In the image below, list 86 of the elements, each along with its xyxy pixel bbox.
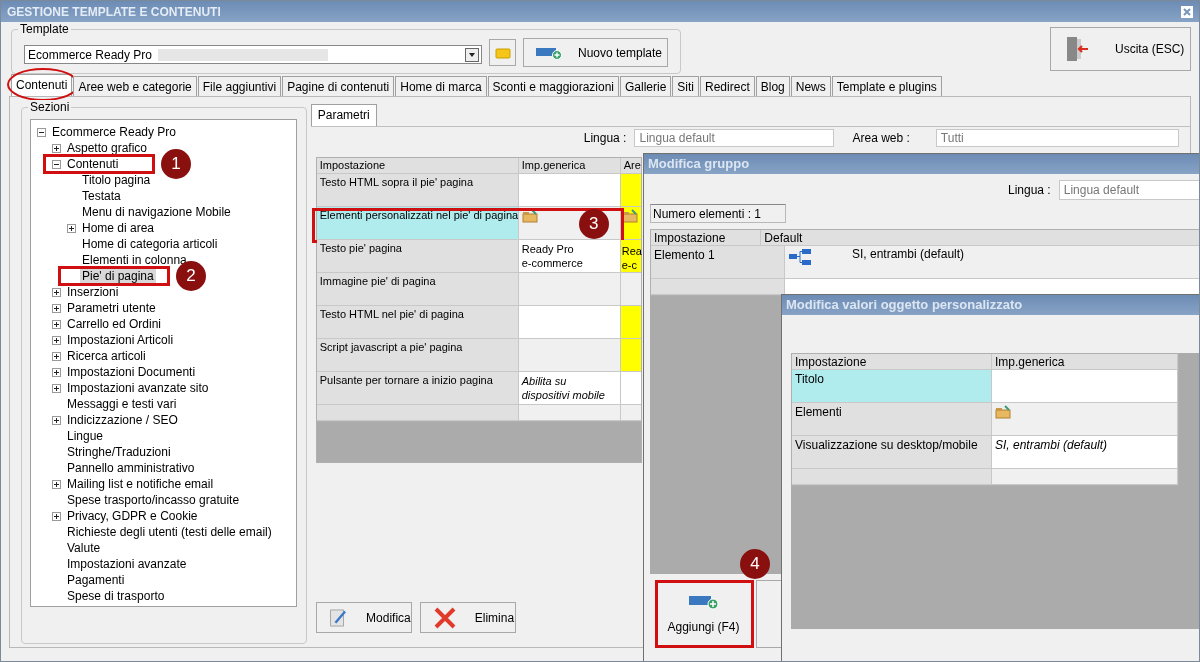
tab[interactable]: Contenuti: [11, 74, 73, 96]
tree-item[interactable]: Inserzioni: [65, 285, 121, 299]
count-label: Numero elementi : 1: [650, 204, 786, 223]
tab[interactable]: News: [790, 76, 831, 96]
tree-item[interactable]: Contenuti: [65, 157, 121, 171]
tree-item[interactable]: Valute: [65, 541, 103, 555]
table-cell: Elementi personalizzati nel pie' di pagina: [316, 207, 519, 240]
tree-item[interactable]: Richieste degli utenti (testi delle email): [65, 525, 274, 539]
tab[interactable]: Aree web e categorie: [73, 76, 197, 96]
tree-item[interactable]: Ecommerce Ready Pro: [50, 125, 179, 139]
dialog-title: Modifica gruppo: [644, 154, 1199, 174]
tree-item[interactable]: Carrello ed Ordini: [65, 317, 164, 331]
table-cell: Testo HTML nel pie' di pagina: [316, 306, 519, 339]
dropdown-value: Lingua default: [1063, 183, 1140, 197]
tab[interactable]: File aggiuntivi: [197, 76, 282, 96]
field-label: Area web :: [852, 131, 910, 145]
tree-item[interactable]: Stringhe/Traduzioni: [65, 445, 173, 459]
tree-item[interactable]: Home di area: [80, 221, 157, 235]
tab[interactable]: Blog: [755, 76, 790, 96]
tree-item[interactable]: Aspetto grafico: [65, 141, 150, 155]
column-header: Default: [761, 230, 1199, 246]
field-label: Lingua :: [583, 131, 627, 145]
dropdown-value: Ecommerce Ready Pro: [28, 47, 153, 62]
column-header: Impostazione: [792, 354, 992, 370]
table-cell: Pulsante per tornare a inizio pagina: [316, 372, 519, 405]
table-cell: Titolo: [792, 370, 992, 403]
language-dropdown[interactable]: Lingua default: [634, 129, 835, 147]
table-cell: Visualizzazione su desktop/mobile: [792, 436, 992, 469]
cell-text: Ready Pro e-commerce: [521, 242, 584, 270]
tree-item[interactable]: Mailing list e notifiche email: [65, 477, 216, 491]
tree-item[interactable]: Lingue: [65, 429, 106, 443]
cell-text: Abilita su dispositivi mobile: [521, 374, 606, 402]
tab[interactable]: Redirect: [700, 76, 755, 96]
tree-item[interactable]: Testata: [80, 189, 123, 203]
tree-item[interactable]: Menu di navigazione Mobile: [80, 205, 233, 219]
group-label: Template: [18, 22, 71, 36]
table-cell: Elementi: [792, 403, 992, 436]
template-dropdown[interactable]: Ecommerce Ready Pro: [24, 45, 482, 64]
tab[interactable]: Gallerie: [620, 76, 672, 96]
dropdown-value: Lingua default: [639, 131, 715, 145]
tab[interactable]: Sconti e maggiorazioni: [487, 76, 619, 96]
tab[interactable]: Siti: [672, 76, 700, 96]
delete-button[interactable]: Elimina: [419, 602, 516, 633]
column-header: Imp.generica: [518, 158, 621, 174]
edit-button[interactable]: Modifica: [315, 602, 412, 633]
column-header: Impostazione: [316, 158, 519, 174]
table-cell: Elemento 1: [651, 246, 785, 279]
tree-item[interactable]: Impostazioni Articoli: [65, 333, 176, 347]
dropdown-value: Tutti: [940, 131, 964, 145]
table-cell: Testo HTML sopra il pie' pagina: [316, 174, 519, 207]
area-dropdown[interactable]: Tutti: [935, 129, 1179, 147]
tree-item[interactable]: Pie' di pagina: [80, 269, 156, 283]
tree-item[interactable]: Titolo pagina: [80, 173, 153, 187]
column-header: Imp.generica: [992, 354, 1178, 370]
tree-item[interactable]: Pagamenti: [65, 573, 127, 587]
table-cell: Testo pie' pagina: [316, 240, 519, 273]
tree-item[interactable]: Pannello amministrativo: [65, 461, 197, 475]
group-label: Sezioni: [28, 100, 72, 114]
tree-item[interactable]: Messaggi e testi vari: [65, 397, 179, 411]
dialog-title: Modifica valori oggetto personalizzato: [782, 295, 1199, 315]
tree-item[interactable]: Spese di trasporto: [65, 589, 167, 603]
window-title: GESTIONE TEMPLATE E CONTENUTI: [7, 4, 221, 19]
tree-item[interactable]: Privacy, GDPR e Cookie: [65, 509, 200, 523]
column-header: Are: [620, 158, 641, 174]
table-cell: Script javascript a pie' pagina: [316, 339, 519, 372]
table-cell: Immagine pie' di pagina: [316, 273, 519, 306]
new-template-button[interactable]: Nuovo template: [523, 38, 668, 67]
tree-item[interactable]: Home di categoria articoli: [80, 237, 220, 251]
tab[interactable]: Pagine di contenuti: [282, 76, 395, 96]
tree-item[interactable]: Parametri utente: [65, 301, 158, 315]
exit-button[interactable]: Uscita (ESC): [1050, 27, 1191, 71]
cell-text: SI, entrambi (default): [995, 438, 1109, 452]
tab[interactable]: Template e plugins: [831, 76, 942, 96]
tree-item[interactable]: Ricerca articoli: [65, 349, 148, 363]
tab[interactable]: Home di marca: [395, 76, 487, 96]
tab[interactable]: Parametri: [310, 104, 377, 126]
tree-item[interactable]: Impostazioni avanzate sito: [65, 381, 211, 395]
column-header: Impostazione: [651, 230, 762, 246]
field-label: Lingua :: [1008, 183, 1051, 197]
tree-item[interactable]: Impostazioni avanzate: [65, 557, 189, 571]
tree-item[interactable]: Impostazioni Documenti: [65, 365, 198, 379]
cell-text: SI, entrambi (default): [852, 247, 965, 261]
language-dropdown[interactable]: Lingua default: [1058, 180, 1199, 200]
step-badge: 1: [161, 149, 191, 179]
tree-item[interactable]: Indicizzazione / SEO: [65, 413, 180, 427]
tree-item[interactable]: Spese trasporto/incasso gratuite: [65, 493, 242, 507]
